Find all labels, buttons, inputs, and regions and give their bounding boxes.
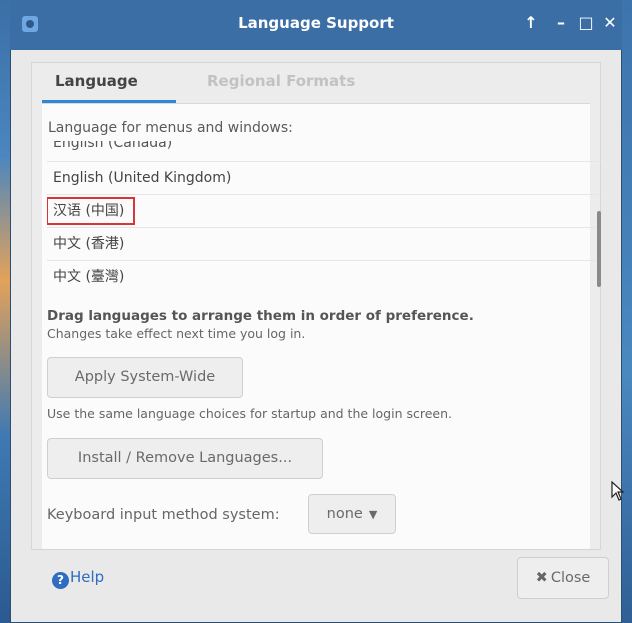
list-item-label: 中文 (臺灣) [53, 269, 125, 285]
chevron-down-icon: ▼ [368, 508, 378, 521]
list-item[interactable]: 中文 (香港) [47, 228, 602, 261]
title-bar[interactable]: Language Support ↑ – □ ✕ [10, 0, 622, 50]
keyboard-input-label: Keyboard input method system: [47, 507, 280, 523]
drag-hint: Drag languages to arrange them in order … [47, 308, 474, 324]
list-item[interactable]: English (Canada) [47, 141, 602, 162]
list-item-label: English (United Kingdom) [53, 170, 232, 186]
desktop-background-right [622, 0, 632, 623]
list-item-label: 中文 (香港) [53, 236, 125, 252]
apply-note: Use the same language choices for startu… [47, 406, 452, 421]
keyboard-input-dropdown[interactable]: none ▼ [308, 494, 396, 534]
desktop-background-left [0, 0, 10, 623]
help-icon: ? [52, 572, 69, 589]
minimize-button[interactable]: – [550, 13, 572, 32]
list-item-selected[interactable]: 汉语 (中国) [47, 195, 602, 228]
maximize-button[interactable]: □ [575, 13, 597, 32]
list-scrollbar[interactable] [597, 211, 601, 287]
list-item[interactable]: English (United Kingdom) [47, 162, 602, 195]
install-remove-languages-button[interactable]: Install / Remove Languages... [47, 438, 323, 479]
keyboard-input-value: none [326, 506, 363, 522]
help-button[interactable]: ? Help [52, 568, 104, 589]
apply-system-wide-button[interactable]: Apply System-Wide [47, 357, 243, 398]
language-list-label: Language for menus and windows: [48, 120, 293, 136]
tab-regional-formats[interactable]: Regional Formats [207, 72, 355, 90]
list-item-label: English (Canada) [53, 141, 173, 151]
language-list[interactable]: English (Canada) English (United Kingdom… [47, 141, 602, 287]
close-label: Close [550, 570, 591, 586]
list-item[interactable]: 中文 (臺灣) [47, 261, 602, 287]
mouse-cursor-icon [611, 481, 625, 501]
highlight-box [47, 197, 135, 225]
close-window-button[interactable]: ✕ [599, 13, 621, 32]
keep-above-button[interactable]: ↑ [520, 13, 542, 32]
close-icon: ✖ [535, 570, 548, 586]
close-button[interactable]: ✖ Close [517, 557, 609, 599]
tab-language[interactable]: Language [55, 72, 138, 90]
change-hint: Changes take effect next time you log in… [47, 326, 306, 341]
help-label: Help [70, 568, 105, 586]
